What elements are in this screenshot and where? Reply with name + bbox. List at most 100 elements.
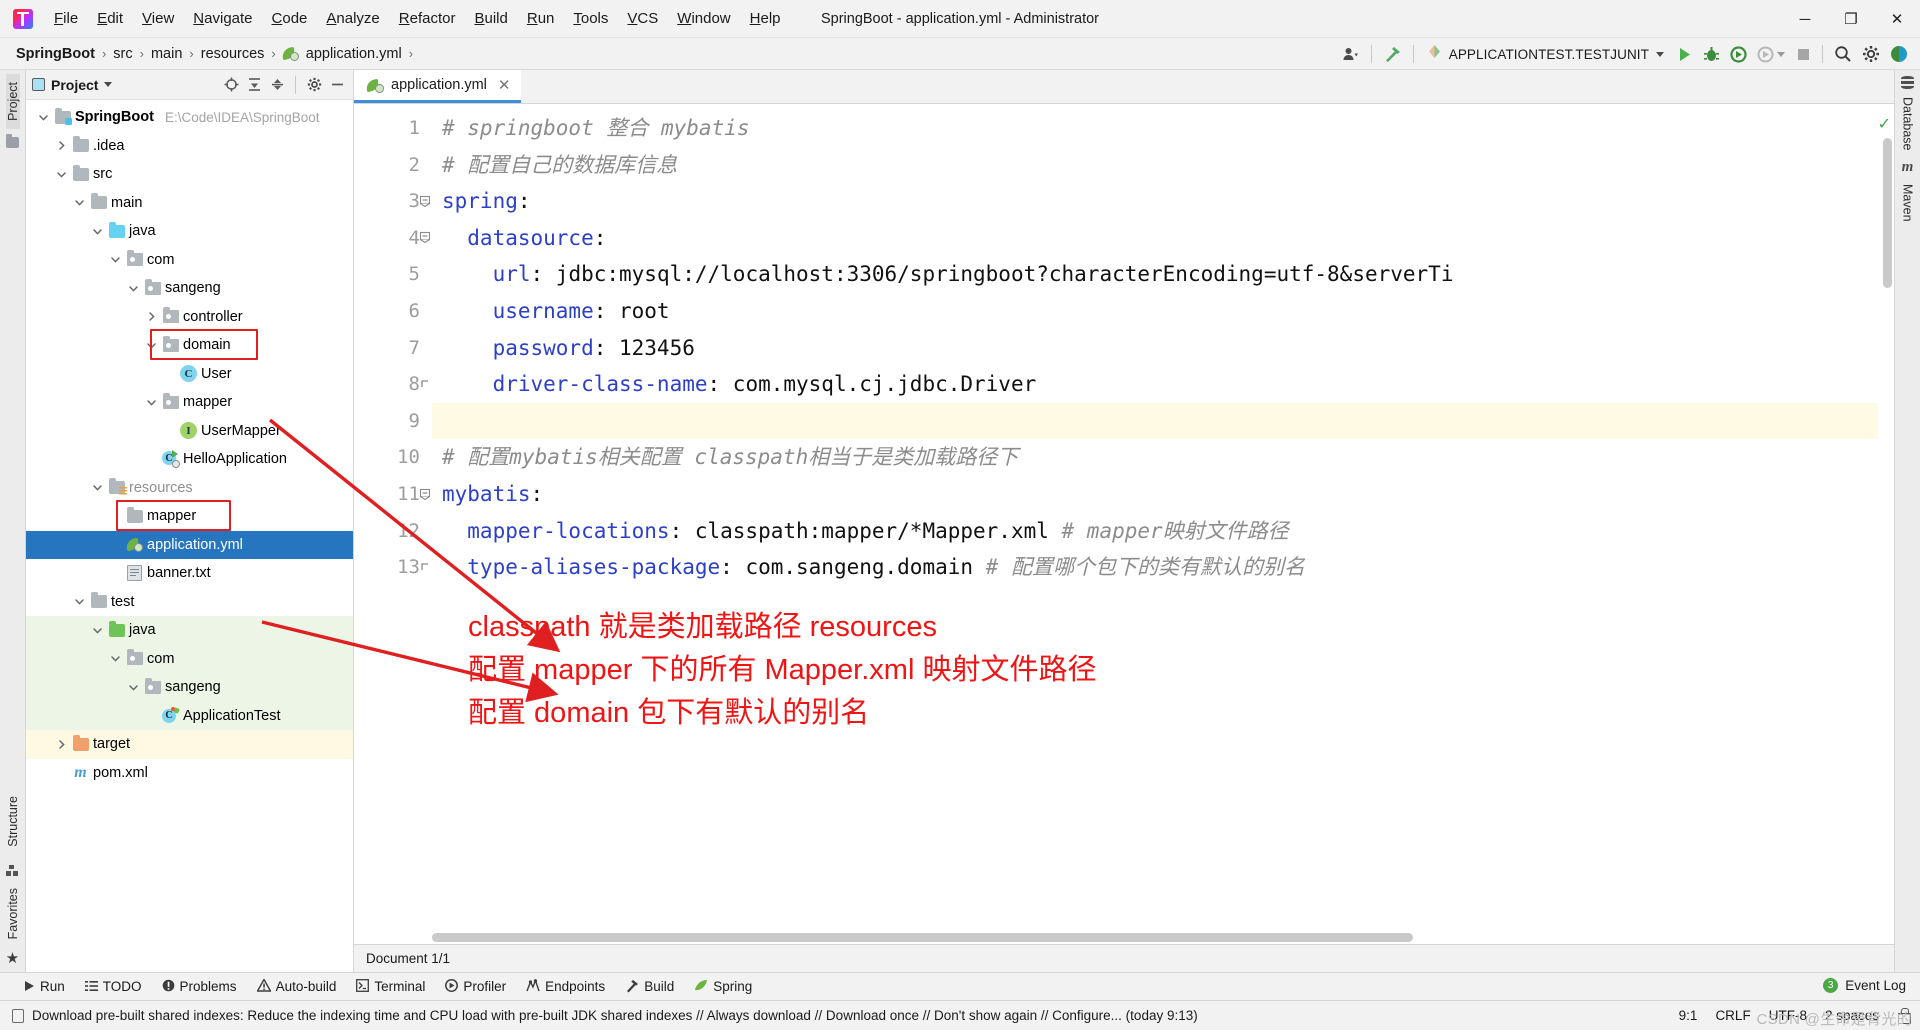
line-number-gutter[interactable]: 1 2 3 4 5 6 7 8 9 10 11 12 13 [354, 104, 432, 944]
tree-node-springboot[interactable]: SpringBoot E:\Code\IDEA\SpringBoot [26, 103, 353, 132]
sidebar-item-structure[interactable]: Structure [6, 788, 20, 855]
close-button[interactable]: ✕ [1874, 0, 1920, 38]
line-number[interactable]: 9 [354, 403, 432, 440]
tree-node-banner-txt[interactable]: banner.txt [26, 559, 353, 588]
expand-all-icon[interactable] [244, 75, 264, 95]
tree-node-helloapplication[interactable]: C HelloApplication [26, 445, 353, 474]
fold-end-icon[interactable] [418, 560, 431, 573]
fold-end-icon[interactable] [418, 377, 431, 390]
code-line[interactable]: mybatis: [432, 476, 1894, 513]
run-with-coverage-button[interactable] [1726, 41, 1751, 67]
status-message[interactable]: Download pre-built shared indexes: Reduc… [32, 1008, 1198, 1023]
indent-setting[interactable]: 2 spaces [1825, 1008, 1879, 1023]
tree-node-sangeng[interactable]: sangeng [26, 274, 353, 303]
lock-icon[interactable] [1897, 1008, 1911, 1024]
settings-gear-icon[interactable] [1858, 41, 1884, 67]
sidebar-item-project[interactable]: Project [5, 74, 20, 129]
chevron-down-icon[interactable] [108, 254, 122, 265]
tree-node-target[interactable]: target [26, 730, 353, 759]
chevron-down-icon[interactable] [108, 653, 122, 664]
code-line[interactable]: mapper-locations: classpath:mapper/*Mapp… [432, 513, 1894, 550]
line-number[interactable]: 10 [354, 439, 432, 476]
tool-window-run[interactable]: Run [14, 976, 74, 997]
project-tree[interactable]: SpringBoot E:\Code\IDEA\SpringBoot .idea sr… [26, 100, 353, 972]
line-separator[interactable]: CRLF [1715, 1008, 1750, 1023]
editor-vertical-scrollbar[interactable] [1883, 138, 1892, 288]
menu-run[interactable]: Run [518, 6, 564, 31]
tree-node-test[interactable]: test [26, 588, 353, 617]
tool-window-build[interactable]: Build [616, 976, 683, 998]
code-line[interactable]: username: root [432, 293, 1894, 330]
code-line[interactable]: datasource: [432, 220, 1894, 257]
tree-node-sangeng[interactable]: sangeng [26, 673, 353, 702]
tree-node-controller[interactable]: controller [26, 303, 353, 332]
minimize-button[interactable]: ─ [1782, 0, 1828, 38]
line-number[interactable]: 1 [354, 110, 432, 147]
chevron-right-icon[interactable] [54, 140, 68, 151]
tool-window-problems[interactable]: Problems [153, 976, 246, 997]
user-dropdown-icon[interactable] [1339, 41, 1364, 67]
tool-window-profiler[interactable]: Profiler [436, 976, 515, 997]
tool-window-terminal[interactable]: Terminal [347, 976, 434, 997]
code-line[interactable]: spring: [432, 183, 1894, 220]
breadcrumb-item-4[interactable]: application.yml [303, 45, 405, 63]
menu-navigate[interactable]: Navigate [184, 6, 261, 31]
project-panel-title-button[interactable]: Project [32, 77, 113, 93]
chevron-down-icon[interactable] [126, 283, 140, 294]
chevron-down-icon[interactable] [72, 197, 86, 208]
tree-node-application-yml[interactable]: application.yml [26, 530, 353, 559]
notification-icon[interactable] [12, 1008, 24, 1023]
menu-vcs[interactable]: VCS [618, 6, 667, 31]
collapse-all-icon[interactable] [267, 75, 287, 95]
build-hammer-icon[interactable] [1379, 41, 1406, 67]
tree-node-pom-xml[interactable]: m pom.xml [26, 759, 353, 788]
menu-view[interactable]: View [133, 6, 183, 31]
breadcrumb-item-2[interactable]: main [148, 45, 185, 63]
chevron-down-icon[interactable] [90, 226, 104, 237]
tree-node-com[interactable]: com [26, 644, 353, 673]
fold-collapse-icon[interactable] [418, 231, 431, 244]
run-button[interactable] [1672, 41, 1697, 67]
tree-node-main[interactable]: main [26, 189, 353, 218]
menu-tools[interactable]: Tools [564, 6, 617, 31]
code-line[interactable]: password: 123456 [432, 330, 1894, 367]
caret-position[interactable]: 9:1 [1679, 1008, 1698, 1023]
stop-button[interactable] [1791, 41, 1815, 67]
chevron-down-icon[interactable] [90, 482, 104, 493]
breadcrumb-item-3[interactable]: resources [198, 45, 268, 63]
chevron-right-icon[interactable] [144, 311, 158, 322]
tree-node-domain[interactable]: domain [26, 331, 353, 360]
code-line[interactable]: url: jdbc:mysql://localhost:3306/springb… [432, 256, 1894, 293]
fold-collapse-icon[interactable] [418, 487, 431, 500]
tree-node-applicationtest[interactable]: C ApplicationTest [26, 701, 353, 730]
code-line[interactable]: driver-class-name: com.mysql.cj.jdbc.Dri… [432, 366, 1894, 403]
settings-gear-icon[interactable] [304, 75, 324, 95]
tree-node-src[interactable]: src [26, 160, 353, 189]
chevron-down-icon[interactable] [144, 340, 158, 351]
debug-button[interactable] [1699, 41, 1724, 67]
sidebar-item-maven[interactable]: Maven [1901, 178, 1915, 228]
tree-node-mapper[interactable]: mapper [26, 388, 353, 417]
tool-window-spring[interactable]: Spring [685, 976, 761, 997]
fold-collapse-icon[interactable] [418, 194, 431, 207]
tree-node-usermapper[interactable]: I UserMapper [26, 417, 353, 446]
tool-window-endpoints[interactable]: Endpoints [517, 976, 614, 997]
maximize-button[interactable]: ❐ [1828, 0, 1874, 38]
menu-file[interactable]: File [45, 6, 87, 31]
chevron-down-icon[interactable] [54, 169, 68, 180]
run-configuration-selector[interactable]: APPLICATIONTEST.TESTJUNIT [1421, 41, 1670, 67]
tree-node-mapper[interactable]: mapper [26, 502, 353, 531]
line-number[interactable]: 12 [354, 513, 432, 550]
menu-build[interactable]: Build [465, 6, 516, 31]
editor-horizontal-scrollbar[interactable] [432, 933, 1874, 942]
breadcrumb-item-1[interactable]: src [110, 45, 135, 63]
line-number[interactable]: 7 [354, 330, 432, 367]
code-line[interactable]: # 配置自己的数据库信息 [432, 147, 1894, 184]
line-number[interactable]: 5 [354, 256, 432, 293]
ide-theme-icon[interactable] [1886, 41, 1912, 67]
sidebar-item-favorites[interactable]: Favorites [6, 880, 20, 947]
hide-panel-icon[interactable] [327, 75, 347, 95]
menu-code[interactable]: Code [263, 6, 317, 31]
line-number[interactable]: 2 [354, 147, 432, 184]
profile-button[interactable] [1753, 41, 1789, 67]
